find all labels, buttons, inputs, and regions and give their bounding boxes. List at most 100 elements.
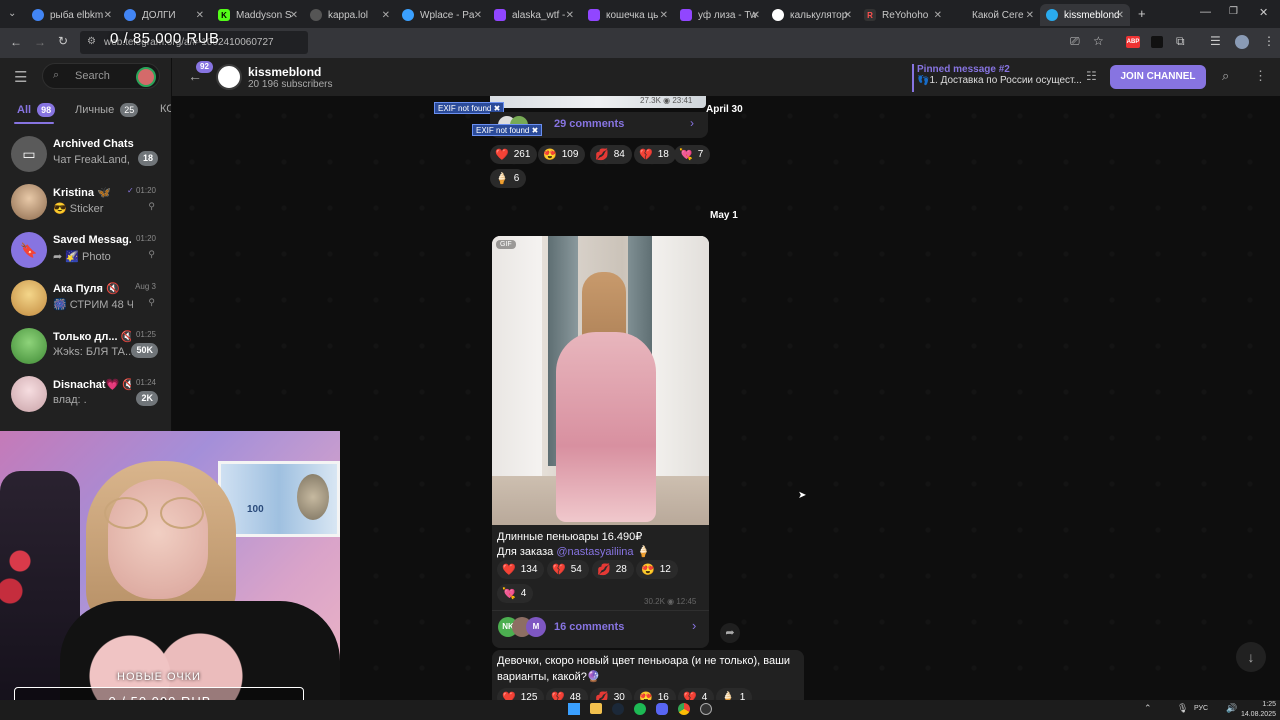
clock-time: 1:25	[1262, 701, 1276, 708]
gif-media[interactable]: GIF	[492, 236, 709, 525]
close-icon[interactable]: ✕	[290, 10, 298, 21]
microphone-icon[interactable]: 🎙	[1177, 703, 1188, 714]
chat-item-disnachat[interactable]: Disnachat💗 🔇 влад: . 01:24 2K	[0, 370, 171, 418]
reaction-chip[interactable]: 😍 12	[636, 560, 678, 579]
browser-menu-icon[interactable]: ⋮	[1263, 34, 1275, 48]
reaction-chip[interactable]: 💔 18	[634, 145, 676, 164]
chat-item-saved[interactable]: 🔖 Saved Messag... ➦ 🌠 Photo 01:20 ⚲	[0, 226, 171, 274]
browser-tab[interactable]: R ReYohoho ✕	[864, 4, 942, 26]
close-icon[interactable]: ✕	[1116, 10, 1124, 21]
restore-icon[interactable]: ❐	[1229, 6, 1238, 17]
extension-icon[interactable]	[1151, 36, 1163, 48]
cast-icon[interactable]: ⎚	[1070, 34, 1080, 49]
reaction-chip[interactable]: 💔 4	[678, 688, 715, 700]
tab-ks[interactable]: КС	[160, 103, 171, 115]
file-explorer-icon[interactable]	[590, 703, 602, 714]
telegram-icon	[1046, 9, 1058, 21]
tab-personal[interactable]: Личные 25	[75, 103, 139, 117]
steam-icon[interactable]	[612, 703, 624, 715]
story-avatar[interactable]	[136, 67, 156, 87]
close-icon[interactable]: ✕	[844, 10, 852, 21]
close-icon[interactable]: ✕	[1026, 10, 1034, 21]
search-icon[interactable]: ⌕	[1222, 68, 1229, 84]
unread-badge: 50K	[131, 343, 158, 358]
reaction-chip[interactable]: ❤️ 134	[497, 560, 545, 579]
comments-bar[interactable]: NK M 16 comments ›	[492, 612, 709, 642]
minimize-icon[interactable]: —	[1200, 6, 1211, 18]
reload-icon[interactable]: ↻	[58, 34, 68, 48]
browser-tab[interactable]: калькулятор ✕	[772, 4, 852, 26]
clock[interactable]: 1:25 14.08.2025	[1240, 700, 1276, 720]
chat-item-tolko[interactable]: Только дл... 🔇 Жэks: БЛЯ ТА... 01:25 50K	[0, 322, 171, 370]
reaction-chip[interactable]: 💔 54	[547, 560, 589, 579]
browser-tab-active[interactable]: kissmeblond ✕	[1040, 4, 1130, 26]
tray-chevron-icon[interactable]: ⌃	[1144, 703, 1152, 714]
hamburger-menu-icon[interactable]: ☰	[14, 68, 27, 86]
reaction-chip[interactable]: ❤️ 261	[490, 145, 538, 164]
discord-icon[interactable]	[656, 703, 668, 715]
chrome-icon[interactable]	[678, 703, 690, 715]
chat-item-aka-pulya[interactable]: Ака Пуля 🔇 🎆 СТРИМ 48 Ч... Aug 3 ⚲	[0, 274, 171, 322]
join-channel-button[interactable]: JOIN CHANNEL	[1110, 65, 1206, 89]
close-icon[interactable]: ✕	[566, 10, 574, 21]
reaction-chip[interactable]: 🍦 6	[490, 169, 527, 188]
browser-tab[interactable]: Wplace - Pa ✕	[402, 4, 482, 26]
browser-tab[interactable]: Какой Сеге ✕	[954, 4, 1034, 26]
more-options-icon[interactable]: ⋮	[1254, 68, 1267, 84]
reaction-chip[interactable]: 😍 16	[634, 688, 676, 700]
language-indicator[interactable]: РУС	[1194, 705, 1208, 712]
profile-avatar[interactable]	[1235, 35, 1249, 49]
obs-icon[interactable]	[700, 703, 712, 715]
reaction-chip[interactable]: 💋 30	[590, 688, 632, 700]
forward-icon[interactable]: →	[34, 35, 46, 49]
forward-button[interactable]: ➦	[720, 623, 740, 643]
channel-avatar[interactable]	[216, 64, 242, 90]
close-icon[interactable]: ✕	[196, 10, 204, 21]
chat-item-kristina[interactable]: Kristina 🦋 😎 Sticker ✓ 01:20 ⚲	[0, 178, 171, 226]
browser-tab[interactable]: уф лиза - Tw ✕	[680, 4, 760, 26]
tab-search-icon[interactable]: ⌄	[8, 8, 16, 19]
chat-item-archived[interactable]: ▭ Archived Chats Чат FreakLand, ... 18	[0, 130, 171, 178]
reaction-chip[interactable]: 😍 109	[538, 145, 586, 164]
browser-tab[interactable]: ДОЛГИ ✕	[124, 4, 204, 26]
pinned-list-icon[interactable]: ☷	[1086, 69, 1097, 83]
reaction-chip[interactable]: 🍦 1	[716, 688, 753, 700]
channel-title[interactable]: kissmeblond	[248, 65, 321, 79]
comments-link[interactable]: 16 comments	[554, 621, 624, 633]
site-info-icon[interactable]: ⚙	[87, 36, 96, 47]
browser-tab[interactable]: рыба elbkm ✕	[32, 4, 112, 26]
media-controls-icon[interactable]: ☰	[1210, 34, 1221, 48]
new-tab-icon[interactable]: +	[1138, 6, 1146, 21]
tab-all[interactable]: All 98	[17, 103, 56, 117]
adblock-icon[interactable]: ABP	[1126, 36, 1140, 48]
browser-tab[interactable]: кошечка ць ✕	[588, 4, 668, 26]
close-icon[interactable]: ✖	[532, 126, 539, 135]
reaction-chip[interactable]: 💔 48	[546, 688, 588, 700]
scroll-down-button[interactable]: ↓	[1236, 642, 1266, 672]
reaction-chip[interactable]: 💘 4	[497, 584, 534, 603]
browser-tab[interactable]: kappa.lol ✕	[310, 4, 390, 26]
google-icon	[772, 9, 784, 21]
close-icon[interactable]: ✕	[660, 10, 668, 21]
extensions-puzzle-icon[interactable]: ⧉	[1176, 34, 1185, 49]
mention-link[interactable]: @nastasyailiina	[556, 546, 633, 558]
browser-tab[interactable]: K Maddyson S ✕	[218, 4, 298, 26]
start-icon[interactable]	[568, 703, 580, 715]
pinned-message[interactable]: Pinned message #2 👣1. Доставка по России…	[912, 64, 1082, 92]
bookmark-star-icon[interactable]: ☆	[1093, 34, 1104, 48]
reaction-chip[interactable]: 💘 7	[674, 145, 711, 164]
close-icon[interactable]: ✕	[474, 10, 482, 21]
reaction-chip[interactable]: 💋 84	[590, 145, 632, 164]
close-icon[interactable]: ✕	[934, 10, 942, 21]
comments-link[interactable]: 29 comments	[554, 118, 624, 130]
close-window-icon[interactable]: ✕	[1259, 6, 1268, 19]
reaction-chip[interactable]: ❤️ 125	[497, 688, 545, 700]
close-icon[interactable]: ✕	[382, 10, 390, 21]
volume-icon[interactable]: 🔊	[1226, 703, 1237, 714]
close-icon[interactable]: ✕	[752, 10, 760, 21]
reaction-chip[interactable]: 💋 28	[592, 560, 634, 579]
back-icon[interactable]: ←	[10, 35, 22, 49]
close-icon[interactable]: ✕	[104, 10, 112, 21]
browser-tab[interactable]: alaska_wtf - ✕	[494, 4, 574, 26]
spotify-icon[interactable]	[634, 703, 646, 715]
